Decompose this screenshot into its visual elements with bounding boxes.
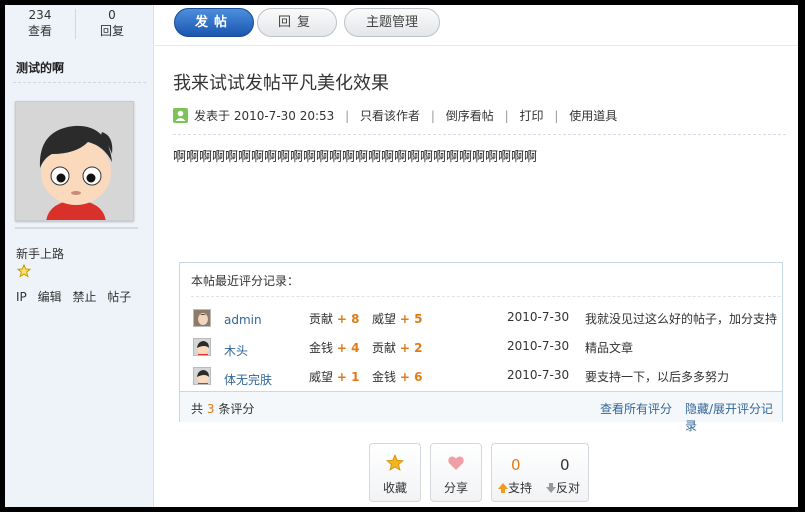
views-label: 查看 bbox=[27, 24, 52, 38]
views-stat: 234 查看 bbox=[5, 7, 75, 39]
rating-reason: 我就没见过这么好的帖子，加分支持 bbox=[585, 312, 778, 326]
print-link[interactable]: 打印 bbox=[519, 109, 543, 123]
favorite-label: 收藏 bbox=[382, 481, 407, 495]
post-main: 我来试试发帖平凡美化效果 发表于 2010-7-30 20:53 | 只看该作者… bbox=[173, 45, 793, 507]
rating-date: 2010-7-30 bbox=[507, 339, 570, 353]
score-1-label: 金钱 bbox=[309, 341, 334, 355]
view-all-ratings-link[interactable]: 查看所有评分 bbox=[600, 400, 672, 417]
score-2: 威望 + 5 bbox=[372, 310, 422, 327]
score-1: 贡献 + 8 bbox=[309, 310, 359, 327]
reverse-order-link[interactable]: 倒序看帖 bbox=[446, 109, 494, 123]
admin-link-edit[interactable]: 编辑 bbox=[38, 290, 62, 304]
score-1-value: + 4 bbox=[336, 341, 360, 355]
score-2-label: 贡献 bbox=[372, 341, 397, 355]
views-count: 234 bbox=[28, 8, 52, 22]
author-name[interactable]: 测试的啊 bbox=[16, 59, 64, 76]
use-tools-link[interactable]: 使用道具 bbox=[569, 109, 617, 123]
stats-divider bbox=[75, 9, 76, 39]
arrow-down-icon bbox=[546, 483, 556, 493]
oppose-label: 反对 bbox=[556, 481, 581, 495]
avatar[interactable] bbox=[193, 367, 211, 385]
user-rank: 新手上路 bbox=[16, 247, 65, 261]
rating-row: admin 贡献 + 8 威望 + 5 2010-7-30 我就没见过这么好的帖… bbox=[180, 309, 784, 331]
thread-toolbar: 发帖 回复 主题管理 bbox=[155, 5, 798, 45]
post-meta: 发表于 2010-7-30 20:53 | 只看该作者 | 倒序看帖 | 打印 … bbox=[173, 107, 617, 125]
admin-link-posts[interactable]: 帖子 bbox=[107, 290, 131, 304]
rating-total-prefix: 共 bbox=[191, 402, 204, 416]
star-icon bbox=[17, 264, 31, 278]
score-2-value: + 6 bbox=[399, 370, 423, 384]
admin-link-ip[interactable]: IP bbox=[16, 290, 27, 304]
thread-stats: 234 查看 0 回复 bbox=[5, 5, 154, 45]
rating-total-suffix: 条评分 bbox=[218, 402, 255, 416]
score-1-value: + 8 bbox=[336, 312, 360, 326]
thread-manage-button[interactable]: 主题管理 bbox=[344, 8, 440, 37]
toggle-ratings-link[interactable]: 隐藏/展开评分记录 bbox=[685, 400, 782, 434]
avatar[interactable] bbox=[15, 101, 134, 221]
post-date: 发表于 2010-7-30 20:53 bbox=[194, 109, 335, 123]
avatar[interactable] bbox=[193, 338, 211, 356]
divider bbox=[13, 82, 146, 83]
favorite-button[interactable]: 收藏 bbox=[369, 443, 421, 502]
meta-divider bbox=[173, 134, 786, 135]
rating-row: 体无完肤 威望 + 1 金钱 + 6 2010-7-30 要支持一下，以后多多努… bbox=[180, 367, 784, 389]
avatar-shadow bbox=[15, 227, 138, 229]
support-label: 支持 bbox=[508, 481, 533, 495]
heart-icon bbox=[431, 454, 481, 476]
arrow-up-icon bbox=[498, 483, 508, 493]
admin-link-ban[interactable]: 禁止 bbox=[72, 290, 96, 304]
rating-records: 本帖最近评分记录： admin 贡献 + 8 威望 + 5 2010-7-30 … bbox=[179, 262, 784, 433]
rating-date: 2010-7-30 bbox=[507, 310, 570, 324]
user-icon bbox=[173, 108, 188, 123]
replies-stat: 0 回复 bbox=[77, 7, 147, 39]
admin-links: IP 编辑 禁止 帖子 bbox=[16, 288, 138, 305]
rating-title: 本帖最近评分记录： bbox=[191, 274, 300, 288]
score-2: 金钱 + 6 bbox=[372, 368, 422, 385]
score-1: 威望 + 1 bbox=[309, 368, 359, 385]
rating-total-count: 3 bbox=[206, 402, 215, 416]
meta-separator: | bbox=[430, 109, 435, 123]
share-button[interactable]: 分享 bbox=[430, 443, 482, 502]
score-2-label: 金钱 bbox=[372, 370, 397, 384]
rating-reason: 要支持一下，以后多多努力 bbox=[585, 370, 730, 384]
meta-separator: | bbox=[345, 109, 350, 123]
oppose-button[interactable]: 反对 bbox=[546, 479, 580, 496]
post-frame: 234 查看 0 回复 测试的啊 新手上路 IP 编辑 禁止 帖子 发帖 回复 … bbox=[5, 5, 798, 507]
rating-row: 木头 金钱 + 4 贡献 + 2 2010-7-30 精品文章 bbox=[180, 338, 784, 360]
star-icon bbox=[370, 453, 420, 476]
score-1-label: 威望 bbox=[309, 370, 334, 384]
score-2-value: + 2 bbox=[399, 341, 423, 355]
rating-footer: 共 3 条评分 查看所有评分 隐藏/展开评分记录 bbox=[180, 391, 782, 433]
reply-button[interactable]: 回复 bbox=[257, 8, 337, 37]
new-post-button[interactable]: 发帖 bbox=[174, 8, 254, 37]
avatar[interactable] bbox=[193, 309, 211, 327]
score-2-label: 威望 bbox=[372, 312, 397, 326]
rater-name[interactable]: 木头 bbox=[224, 342, 248, 359]
score-2-value: + 5 bbox=[399, 312, 423, 326]
oppose-count: 0 bbox=[560, 456, 570, 474]
replies-count: 0 bbox=[108, 8, 116, 22]
post-body: 啊啊啊啊啊啊啊啊啊啊啊啊啊啊啊啊啊啊啊啊啊啊啊啊啊啊啊啊 bbox=[173, 150, 538, 165]
score-1-label: 贡献 bbox=[309, 312, 334, 326]
vote-panel: 0 0 支持 反对 bbox=[491, 443, 589, 502]
score-1: 金钱 + 4 bbox=[309, 339, 359, 356]
score-2: 贡献 + 2 bbox=[372, 339, 422, 356]
rater-name[interactable]: 体无完肤 bbox=[224, 371, 272, 388]
only-author-link[interactable]: 只看该作者 bbox=[360, 109, 420, 123]
rating-title-divider bbox=[191, 296, 781, 297]
support-button[interactable]: 支持 bbox=[498, 479, 532, 496]
rating-date: 2010-7-30 bbox=[507, 368, 570, 382]
rating-reason: 精品文章 bbox=[585, 341, 634, 355]
meta-separator: | bbox=[504, 109, 509, 123]
meta-separator: | bbox=[554, 109, 559, 123]
support-count: 0 bbox=[511, 456, 521, 474]
share-label: 分享 bbox=[443, 481, 468, 495]
rater-name[interactable]: admin bbox=[224, 313, 262, 327]
rating-total: 共 3 条评分 bbox=[191, 400, 254, 417]
replies-label: 回复 bbox=[99, 24, 124, 38]
post-title: 我来试试发帖平凡美化效果 bbox=[173, 73, 389, 94]
author-sidebar: 234 查看 0 回复 测试的啊 新手上路 IP 编辑 禁止 帖子 bbox=[5, 5, 154, 507]
score-1-value: + 1 bbox=[336, 370, 360, 384]
